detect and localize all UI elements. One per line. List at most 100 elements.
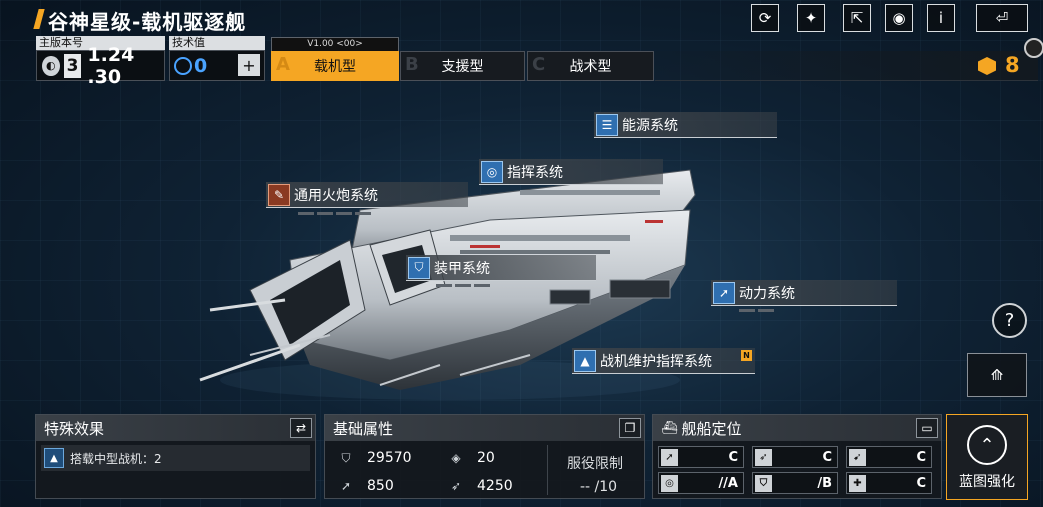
role-grade: /B: [817, 475, 832, 491]
stat-speed: ➚ 850: [337, 477, 394, 495]
help-icon: ?: [1004, 310, 1015, 331]
system-label: 指挥系统: [507, 164, 563, 181]
tab-version-tag: V1.00 <00>: [271, 37, 399, 51]
stat-value: 29570: [367, 450, 412, 466]
tab-letter: C: [532, 54, 546, 75]
side-handle[interactable]: [1024, 38, 1043, 58]
cannon-icon: ✎: [268, 183, 290, 206]
role-grade: C: [916, 449, 926, 465]
role-grade: C: [728, 449, 738, 465]
role-cell[interactable]: ⛉ /B: [752, 472, 838, 494]
panel-title: 基础属性: [333, 419, 394, 438]
system-label: 动力系统: [739, 285, 795, 302]
tech-add-button[interactable]: +: [238, 54, 260, 76]
tab-tactical[interactable]: C 战术型: [527, 51, 654, 81]
hp-icon: ⛉: [341, 450, 351, 465]
help-button[interactable]: ?: [992, 303, 1027, 338]
system-armor[interactable]: ⛉ 装甲系统: [406, 255, 596, 281]
stat-armor: ◈ 20: [447, 449, 494, 467]
tech-icon: [174, 56, 192, 75]
info-icon[interactable]: i: [927, 4, 955, 32]
tab-label: 载机型: [314, 59, 356, 75]
tab-label: 支援型: [441, 59, 484, 75]
expand-button[interactable]: ❐: [619, 418, 641, 438]
paint-icon[interactable]: ✦: [797, 4, 825, 32]
service-limit-label: 服役限制: [567, 456, 623, 472]
panel-header: 基础属性 ❐: [325, 415, 644, 441]
swap-icon: ⇄: [295, 421, 307, 435]
command-icon: ◎: [481, 160, 503, 183]
version-badge: 3: [63, 53, 82, 78]
effect-item[interactable]: ▲ 搭载中型战机：2: [41, 445, 310, 471]
view-icon[interactable]: ◉: [885, 4, 913, 32]
tab-label: 战术型: [569, 59, 612, 75]
range-icon: ➶: [450, 479, 462, 493]
role-cell[interactable]: ➶ C: [752, 446, 838, 468]
version-icon: ◐: [42, 55, 60, 76]
tech-box: 0 +: [169, 50, 265, 81]
tab-carrier[interactable]: A 载机型: [271, 51, 399, 81]
tag-button[interactable]: ▭: [916, 418, 938, 438]
bombard-icon: ➹: [849, 448, 866, 466]
system-label: 通用火炮系统: [294, 187, 378, 204]
effect-text: 搭载中型战机：2: [70, 451, 162, 466]
panel-title: 特殊效果: [44, 419, 105, 438]
role-grade: //A: [718, 475, 738, 491]
enhance-label: 蓝图强化: [959, 474, 1015, 490]
system-fighter-maintenance[interactable]: ▲ 战机维护指挥系统 N: [572, 348, 755, 374]
attributes-panel: 基础属性 ❐ ⛉ 29570 ◈ 20 ➚ 850 ➶ 4250 服役限制 --…: [324, 414, 645, 499]
version-box: ◐ 3 1.24 .30: [36, 44, 165, 88]
panel-header: ⛴ 舰船定位 ▭: [653, 415, 941, 441]
tab-letter: B: [405, 54, 419, 75]
system-power[interactable]: ➚ 动力系统: [711, 280, 897, 306]
tech-label: 技术值: [169, 36, 265, 50]
speed-icon: ➚: [340, 479, 352, 493]
swap-button[interactable]: ⇄: [290, 418, 312, 438]
thruster-icon: ➚: [713, 281, 735, 304]
tab-support[interactable]: B 支援型: [400, 51, 525, 81]
power-slots: [739, 309, 774, 312]
role-grade: C: [916, 475, 926, 491]
rank-button[interactable]: ⟰: [967, 353, 1027, 397]
role-cell[interactable]: ➚ C: [658, 446, 744, 468]
enhance-icon: ⌃: [967, 425, 1007, 465]
role-cell[interactable]: ➹ C: [846, 446, 932, 468]
system-command[interactable]: ◎ 指挥系统: [479, 159, 663, 185]
back-icon: ⏎: [995, 9, 1009, 27]
role-cell[interactable]: ◎ //A: [658, 472, 744, 494]
expand-icon: ❐: [624, 421, 636, 435]
ship-icon: ⛴: [661, 420, 678, 436]
panel-title: 舰船定位: [681, 419, 742, 438]
cannon-slots: [298, 212, 371, 215]
divider: [547, 445, 548, 495]
stat-value: 850: [367, 478, 394, 494]
system-label: 装甲系统: [434, 260, 490, 277]
stat-hp: ⛉ 29570: [337, 449, 412, 467]
panel-header: 特殊效果 ⇄: [36, 415, 315, 441]
tech-value: 0: [194, 54, 208, 77]
shield-icon: ⛉: [408, 256, 430, 279]
assault-icon: ➚: [661, 448, 678, 466]
new-badge: N: [741, 350, 752, 361]
role-cell[interactable]: ✚ C: [846, 472, 932, 494]
rank-icon: ⟰: [990, 366, 1004, 384]
fighter-icon: ▲: [574, 349, 596, 372]
stat-value: 4250: [477, 478, 513, 494]
back-button[interactable]: ⏎: [976, 4, 1028, 32]
strike-icon: ➶: [755, 448, 772, 466]
tab-letter: A: [276, 54, 290, 75]
stat-range: ➶ 4250: [447, 477, 513, 495]
ship-positioning-panel: ⛴ 舰船定位 ▭ ➚ C ➶ C ➹ C ◎ //A ⛉ /B ✚ C: [652, 414, 942, 499]
resource-value: 8: [1005, 53, 1020, 77]
system-cannon[interactable]: ✎ 通用火炮系统: [266, 182, 468, 208]
refresh-icon[interactable]: ⟳: [751, 4, 779, 32]
system-energy[interactable]: ☰ 能源系统: [594, 112, 777, 138]
share-icon[interactable]: ⇱: [843, 4, 871, 32]
energy-icon: ☰: [596, 113, 618, 136]
blueprint-enhance-button[interactable]: ⌃ 蓝图强化: [946, 414, 1028, 500]
system-label: 能源系统: [622, 117, 678, 134]
fighter-bay-icon: ▲: [44, 448, 64, 468]
tag-icon: ▭: [921, 421, 933, 435]
target-icon: ◎: [661, 474, 678, 492]
support-icon: ✚: [849, 474, 866, 492]
